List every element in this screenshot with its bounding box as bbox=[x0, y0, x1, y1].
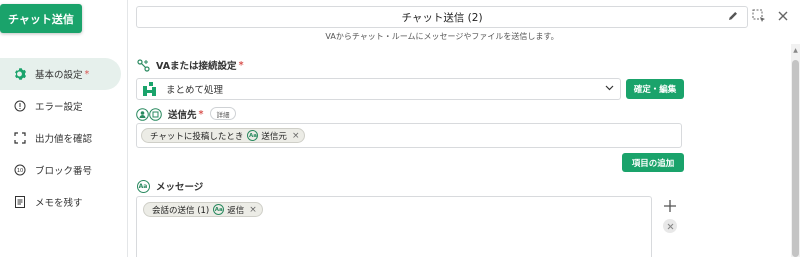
memo-icon bbox=[12, 194, 28, 210]
nav-label: 基本の設定 bbox=[35, 70, 83, 81]
scroll-up-icon[interactable]: ▲ bbox=[792, 47, 799, 55]
block-title: チャット送信 (2) bbox=[401, 11, 483, 24]
message-heading: Aa メッセージ bbox=[136, 179, 203, 193]
nav-label: 出力値を確認 bbox=[35, 134, 93, 145]
nav-item-basic-settings[interactable]: 基本の設定 * bbox=[0, 58, 121, 90]
users-icon bbox=[136, 107, 162, 121]
gear-icon bbox=[12, 66, 28, 82]
confirm-edit-button[interactable]: 確定・編集 bbox=[626, 79, 684, 99]
detail-toggle-button[interactable]: 詳細 bbox=[210, 107, 236, 120]
remove-line-button[interactable] bbox=[663, 219, 677, 233]
settings-sidebar: チャット送信 基本の設定 * エラー設定 出力値を確認 10 ブロック番号 メモ… bbox=[0, 0, 128, 257]
plus-icon bbox=[664, 200, 676, 212]
message-chip[interactable]: 会話の送信 (1) Aa 返信 × bbox=[143, 202, 263, 217]
nav-item-error-settings[interactable]: エラー設定 bbox=[0, 90, 127, 122]
close-icon bbox=[667, 223, 673, 229]
recipient-label: 送信先 bbox=[168, 110, 197, 121]
recipient-field[interactable]: チャットに投稿したとき Aa 送信元 × bbox=[136, 123, 682, 148]
svg-text:10: 10 bbox=[17, 168, 23, 174]
close-icon[interactable] bbox=[776, 9, 790, 23]
window-tools bbox=[752, 9, 790, 23]
nav-label: メモを残す bbox=[35, 198, 83, 209]
block-number-icon: 10 bbox=[12, 162, 28, 178]
text-type-glyph: Aa bbox=[136, 179, 150, 193]
block-description: VAからチャット・ルームにメッセージやファイルを送信します。 bbox=[325, 32, 559, 41]
va-app-icon bbox=[143, 82, 157, 96]
nav-item-block-number[interactable]: 10 ブロック番号 bbox=[0, 154, 127, 186]
app-window: チャット送信 基本の設定 * エラー設定 出力値を確認 10 ブロック番号 メモ… bbox=[0, 0, 800, 257]
nav-label: ブロック番号 bbox=[35, 166, 93, 177]
remove-chip-icon[interactable]: × bbox=[292, 131, 300, 141]
va-connection-select[interactable]: まとめて処理 bbox=[136, 78, 621, 100]
va-connection-value: まとめて処理 bbox=[166, 85, 224, 96]
message-label: メッセージ bbox=[156, 182, 204, 193]
nav-label: エラー設定 bbox=[35, 102, 83, 113]
recipient-chip[interactable]: チャットに投稿したとき Aa 送信元 × bbox=[141, 128, 306, 143]
required-marker: * bbox=[198, 108, 204, 120]
va-connection-label: VAまたは接続設定 bbox=[156, 61, 237, 72]
connection-icon bbox=[136, 58, 150, 72]
output-frame-icon bbox=[12, 130, 28, 146]
scrollbar-thumb[interactable] bbox=[792, 60, 799, 257]
select-area-icon[interactable] bbox=[752, 9, 766, 23]
user-group-icon: Aa bbox=[247, 130, 259, 141]
text-type-icon: Aa bbox=[136, 179, 150, 193]
settings-nav: 基本の設定 * エラー設定 出力値を確認 10 ブロック番号 メモを残す bbox=[0, 58, 127, 218]
text-type-icon: Aa bbox=[213, 204, 225, 215]
nav-item-output-check[interactable]: 出力値を確認 bbox=[0, 122, 127, 154]
required-marker: * bbox=[84, 68, 90, 80]
recipient-heading: 送信先 * bbox=[136, 107, 203, 121]
pencil-icon[interactable] bbox=[727, 10, 741, 24]
chip-suffix: 返信 bbox=[227, 205, 245, 216]
chevron-down-icon bbox=[605, 83, 614, 95]
chip-label: チャットに投稿したとき bbox=[150, 131, 244, 142]
block-type-badge: チャット送信 bbox=[0, 4, 82, 33]
va-connection-heading: VAまたは接続設定 * bbox=[136, 58, 244, 72]
chip-suffix: 送信元 bbox=[261, 131, 287, 142]
message-field[interactable]: 会話の送信 (1) Aa 返信 × bbox=[136, 196, 652, 257]
required-marker: * bbox=[238, 59, 244, 71]
chip-label: 会話の送信 (1) bbox=[152, 205, 210, 216]
add-item-button[interactable]: 項目の追加 bbox=[622, 153, 684, 172]
block-title-field[interactable]: チャット送信 (2) bbox=[136, 6, 748, 28]
remove-chip-icon[interactable]: × bbox=[249, 205, 257, 215]
nav-item-memo[interactable]: メモを残す bbox=[0, 186, 127, 218]
settings-main-panel: チャット送信 (2) VAからチャット・ルームにメッセージやファイルを送信します… bbox=[128, 0, 800, 257]
add-line-button[interactable] bbox=[662, 198, 678, 214]
error-info-icon bbox=[12, 98, 28, 114]
